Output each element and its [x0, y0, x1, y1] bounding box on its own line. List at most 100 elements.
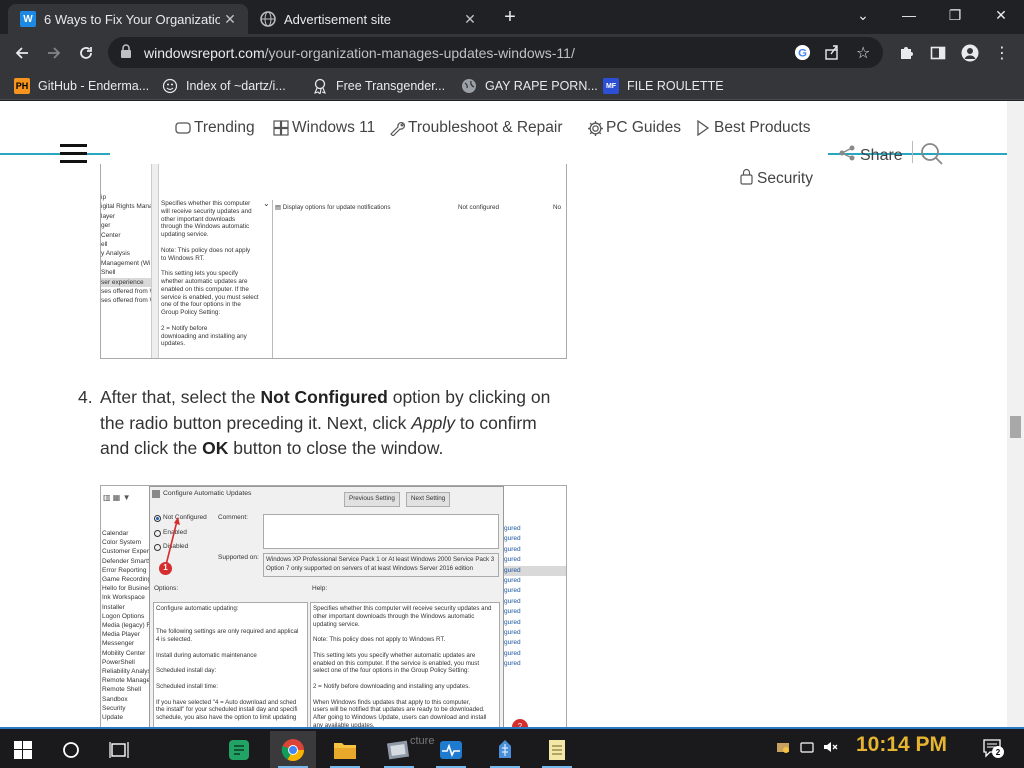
windows-logo-icon	[272, 119, 290, 137]
step-marker-badge: 1	[159, 562, 172, 575]
help-line: other important downloads through the Wi…	[313, 612, 475, 620]
dialog-title: Configure Automatic Updates	[163, 490, 252, 497]
step-4-instruction: 4. After that, select the Not Configured…	[78, 385, 568, 462]
scrollbar-thumb[interactable]	[1010, 416, 1021, 438]
action-center-icon[interactable]: 2	[982, 737, 1004, 762]
close-tab-icon[interactable]: ✕	[460, 11, 480, 28]
clock[interactable]: 10:14 PM	[856, 733, 947, 757]
hamburger-menu-icon[interactable]	[60, 144, 88, 164]
volume-muted-icon[interactable]	[822, 739, 838, 758]
search-icon[interactable]	[920, 142, 944, 171]
state-cell: gured	[504, 660, 521, 668]
close-window-button[interactable]: ✕	[978, 0, 1024, 30]
state-cell: gured	[504, 649, 521, 657]
windows-taskbar: cture 10:14 PM 2	[0, 727, 1024, 768]
options-label: Options:	[154, 585, 179, 592]
svg-text:G: G	[798, 47, 807, 59]
nav-label: Windows 11	[292, 119, 376, 136]
bookmark-label: Index of ~dartz/i...	[186, 79, 286, 93]
help-line: Note: This policy does not apply to Wind…	[313, 636, 446, 644]
help-line: select one of the four options in the Gr…	[313, 667, 470, 675]
brain-app-icon[interactable]	[482, 731, 528, 768]
previous-setting-button[interactable]: Previous Setting	[344, 492, 400, 507]
minimize-button[interactable]: —	[886, 0, 932, 30]
tab-windowsreport[interactable]: W 6 Ways to Fix Your Organizatio ✕	[8, 4, 248, 34]
gear-icon	[586, 119, 604, 137]
comment-textarea[interactable]	[263, 514, 499, 549]
tab-title: 6 Ways to Fix Your Organizatio	[44, 11, 220, 27]
nav-pc-guides[interactable]: PC Guides	[586, 119, 681, 137]
share-button[interactable]: Share	[838, 144, 903, 167]
tree-item: ell	[101, 241, 108, 249]
share-icon[interactable]	[824, 44, 840, 65]
health-monitor-app-icon[interactable]	[428, 731, 474, 768]
start-windows-icon[interactable]	[0, 731, 46, 768]
chrome-taskbar-icon[interactable]	[270, 731, 316, 768]
browser-toolbar: windowsreport.com/your-organization-mana…	[0, 34, 1024, 72]
share-label: Share	[860, 146, 903, 164]
chrome-menu-icon[interactable]: ⋮	[988, 39, 1016, 67]
tab-search-chevron-icon[interactable]: ⌄	[840, 0, 886, 30]
google-icon[interactable]: G	[794, 44, 811, 66]
close-tab-icon[interactable]: ✕	[220, 11, 240, 28]
tab-advertisement[interactable]: Advertisement site ✕	[248, 4, 488, 34]
state-cell: gured	[504, 639, 521, 647]
bookmark-star-icon[interactable]: ☆	[856, 43, 870, 63]
reload-button[interactable]	[72, 39, 100, 67]
help-line: 2 = Notify before downloading and instal…	[313, 682, 471, 690]
file-explorer-icon[interactable]	[322, 731, 368, 768]
nav-windows-11[interactable]: Windows 11	[272, 119, 375, 137]
extensions-puzzle-icon[interactable]	[892, 39, 920, 67]
help-label: Help:	[312, 585, 328, 592]
cortana-circle-icon[interactable]	[48, 731, 94, 768]
notes-app-icon[interactable]	[216, 731, 262, 768]
nav-troubleshoot[interactable]: Troubleshoot & Repair	[388, 119, 563, 137]
bookmark-item[interactable]: Index of ~dartz/i...	[162, 77, 286, 95]
nav-security[interactable]: Security	[740, 168, 813, 190]
options-line: Install during automatic maintenance	[156, 651, 257, 659]
security-label: Security	[757, 170, 813, 187]
emoji-face-icon	[162, 78, 178, 94]
tray-app-icon[interactable]	[800, 740, 814, 757]
article-screenshot-configure-updates: ▥ ▦ ▼ Calendar Color System Customer Exper…	[100, 485, 567, 727]
restore-button[interactable]: ❐	[932, 0, 978, 30]
network-warning-icon[interactable]	[776, 740, 790, 757]
options-line: The following settings are only required…	[156, 628, 299, 636]
forward-button[interactable]	[40, 39, 68, 67]
bookmark-item[interactable]: PH GitHub - Enderma...	[14, 77, 149, 95]
help-line: This setting lets you specify whether au…	[313, 651, 476, 659]
profile-avatar-icon[interactable]	[956, 39, 984, 67]
back-button[interactable]	[8, 39, 36, 67]
nav-trending[interactable]: Trending	[174, 119, 255, 137]
nav-best-products[interactable]: Best Products	[694, 119, 811, 137]
tree-item: ses offered from W	[101, 297, 151, 305]
state-cell: gured	[504, 535, 521, 543]
tree-scrollbar[interactable]	[151, 164, 159, 358]
state-cell: gured	[504, 597, 521, 605]
new-tab-button[interactable]: +	[498, 6, 522, 30]
next-setting-button[interactable]: Next Setting	[406, 492, 451, 507]
help-line: enabled on this computer. If the	[161, 285, 249, 293]
options-line	[156, 675, 305, 683]
side-panel-icon[interactable]	[924, 39, 952, 67]
help-line: Specifies whether this computer will rec…	[313, 605, 492, 612]
help-line: When Windows finds updates that apply to…	[313, 698, 471, 706]
address-bar[interactable]: windowsreport.com/your-organization-mana…	[108, 37, 883, 68]
dialog-title-bar: Configure Automatic Updates	[152, 490, 251, 499]
toolbar-icons: ▥ ▦ ▼	[103, 493, 131, 502]
scroll-down-arrow-icon[interactable]: ⌄	[263, 199, 270, 209]
bookmark-item[interactable]: MF FILE ROULETTE	[603, 77, 724, 95]
bookmark-item[interactable]: GAY RAPE PORN...	[461, 77, 598, 95]
article-screenshot-group-policy-list: ip igital Rights Mana layer ger Center ell y A…	[100, 164, 567, 359]
bookmark-item[interactable]: Free Transgender...	[312, 77, 445, 95]
globe-icon	[260, 11, 276, 27]
lock-icon[interactable]	[120, 44, 134, 61]
notepad-icon[interactable]	[534, 731, 580, 768]
bookmarks-bar: PH GitHub - Enderma... Index of ~dartz/i…	[0, 72, 1024, 100]
task-view-icon[interactable]	[96, 731, 142, 768]
policy-row[interactable]: ▤ Display options for update notificatio…	[275, 204, 391, 213]
page-scrollbar[interactable]	[1007, 101, 1024, 727]
tree-item: layer	[101, 212, 116, 220]
help-line	[161, 262, 265, 270]
tree-item: y Analysis	[101, 250, 130, 258]
